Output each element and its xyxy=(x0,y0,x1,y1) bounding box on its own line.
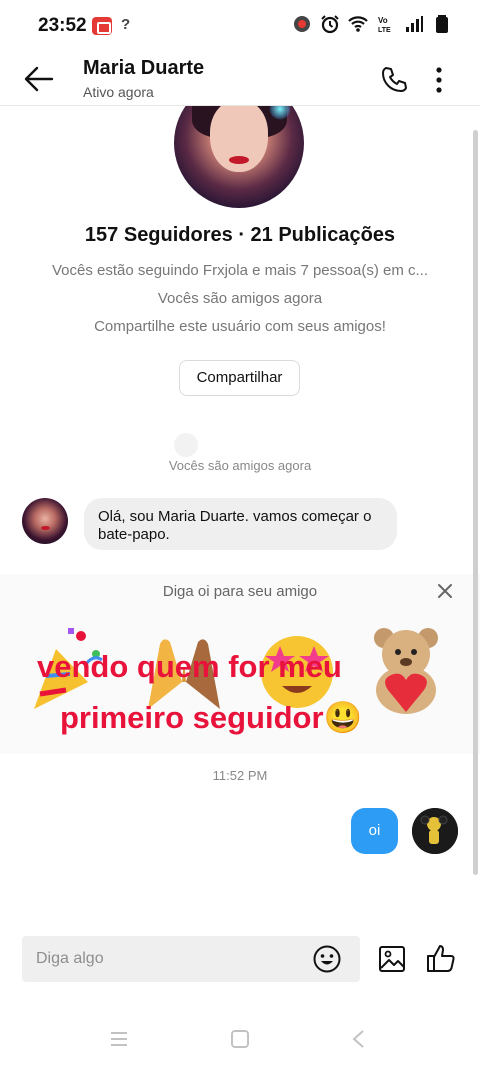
outgoing-message[interactable]: oi xyxy=(351,808,398,854)
overlay-caption-line1: vendo quem for meu xyxy=(37,649,342,684)
volte-icon: Vo LTE xyxy=(378,16,391,34)
message-composer xyxy=(22,936,360,982)
svg-text:Vo: Vo xyxy=(378,16,388,25)
message-input[interactable] xyxy=(36,948,306,970)
chat-header: Maria Duarte Ativo agora xyxy=(0,54,480,106)
phone-icon[interactable] xyxy=(378,64,410,96)
status-bar: 23:52 ? Vo LTE xyxy=(0,0,480,54)
wifi-icon xyxy=(348,16,368,32)
sender-avatar[interactable] xyxy=(22,498,68,544)
status-time: 23:52 xyxy=(38,15,87,36)
back-nav-icon[interactable] xyxy=(348,1028,370,1050)
contact-status: Ativo agora xyxy=(83,84,154,100)
message-timestamp: 11:52 PM xyxy=(212,768,268,783)
battery-icon xyxy=(436,15,448,33)
typing-indicator xyxy=(174,433,198,457)
image-icon[interactable] xyxy=(378,944,406,974)
home-icon[interactable] xyxy=(229,1028,251,1050)
contact-name[interactable]: Maria Duarte xyxy=(83,57,204,80)
more-options-icon[interactable] xyxy=(428,64,450,96)
greeting-prompt: Diga oi para seu amigo xyxy=(162,583,318,600)
unknown-network-icon: ? xyxy=(121,16,131,33)
own-avatar[interactable] xyxy=(412,808,458,854)
signal-icon xyxy=(406,16,423,32)
profile-avatar[interactable] xyxy=(174,106,304,208)
share-prompt: Compartilhe este usuário com seus amigos… xyxy=(94,318,386,335)
screen-record-icon xyxy=(92,17,112,35)
svg-text:LTE: LTE xyxy=(378,27,391,34)
system-nav-bar xyxy=(0,1010,480,1066)
overlay-caption-line2: primeiro seguidor😃 xyxy=(60,700,363,735)
emoji-icon[interactable] xyxy=(312,944,342,974)
scrollbar[interactable] xyxy=(473,130,478,875)
recent-apps-icon[interactable] xyxy=(108,1028,130,1050)
friends-status: Vocês são amigos agora xyxy=(157,290,323,307)
thumbs-up-icon[interactable] xyxy=(424,942,456,974)
friends-notice: Vocês são amigos agora xyxy=(168,458,312,473)
chat-scroll-area[interactable]: 157 Seguidores · 21 Publicações Vocês es… xyxy=(0,106,480,936)
share-button[interactable]: Compartilhar xyxy=(179,360,300,396)
incoming-message[interactable]: Olá, sou Maria Duarte. vamos começar o b… xyxy=(84,498,397,550)
mutual-following: Vocês estão seguindo Frxjola e mais 7 pe… xyxy=(51,262,428,279)
own-avatar-image xyxy=(412,808,458,854)
status-icons: Vo LTE xyxy=(292,14,452,34)
profile-stats: 157 Seguidores · 21 Publicações xyxy=(84,224,396,246)
back-arrow-icon[interactable] xyxy=(22,62,56,96)
close-icon[interactable] xyxy=(434,580,456,602)
teddy-bear-heart-sticker[interactable] xyxy=(362,624,452,716)
record-icon xyxy=(294,16,310,32)
alarm-icon xyxy=(321,15,339,34)
